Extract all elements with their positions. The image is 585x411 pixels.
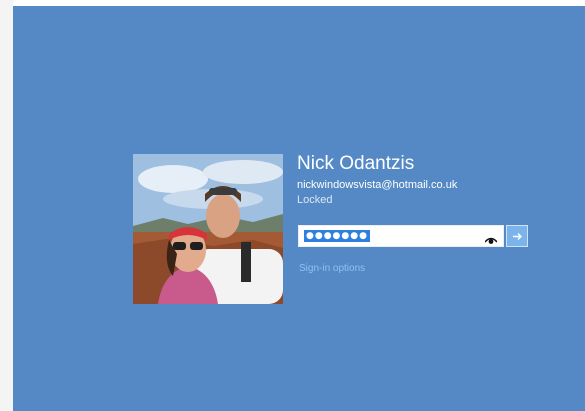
left-edge	[0, 0, 13, 411]
sign-in-options-link[interactable]: Sign-in options	[299, 262, 365, 275]
user-name: Nick Odantzis	[297, 153, 415, 174]
user-email: nickwindowsvista@hotmail.co.uk	[297, 179, 458, 191]
arrow-right-icon	[513, 233, 522, 240]
password-field[interactable]: ●●●●●●●	[298, 225, 504, 247]
submit-button[interactable]	[506, 225, 528, 247]
account-status: Locked	[297, 194, 333, 206]
eye-icon[interactable]	[484, 232, 498, 244]
user-account-picture	[133, 154, 283, 304]
password-value: ●●●●●●●	[304, 230, 370, 242]
lock-screen: Nick Odantzis nickwindowsvista@hotmail.c…	[13, 6, 585, 411]
